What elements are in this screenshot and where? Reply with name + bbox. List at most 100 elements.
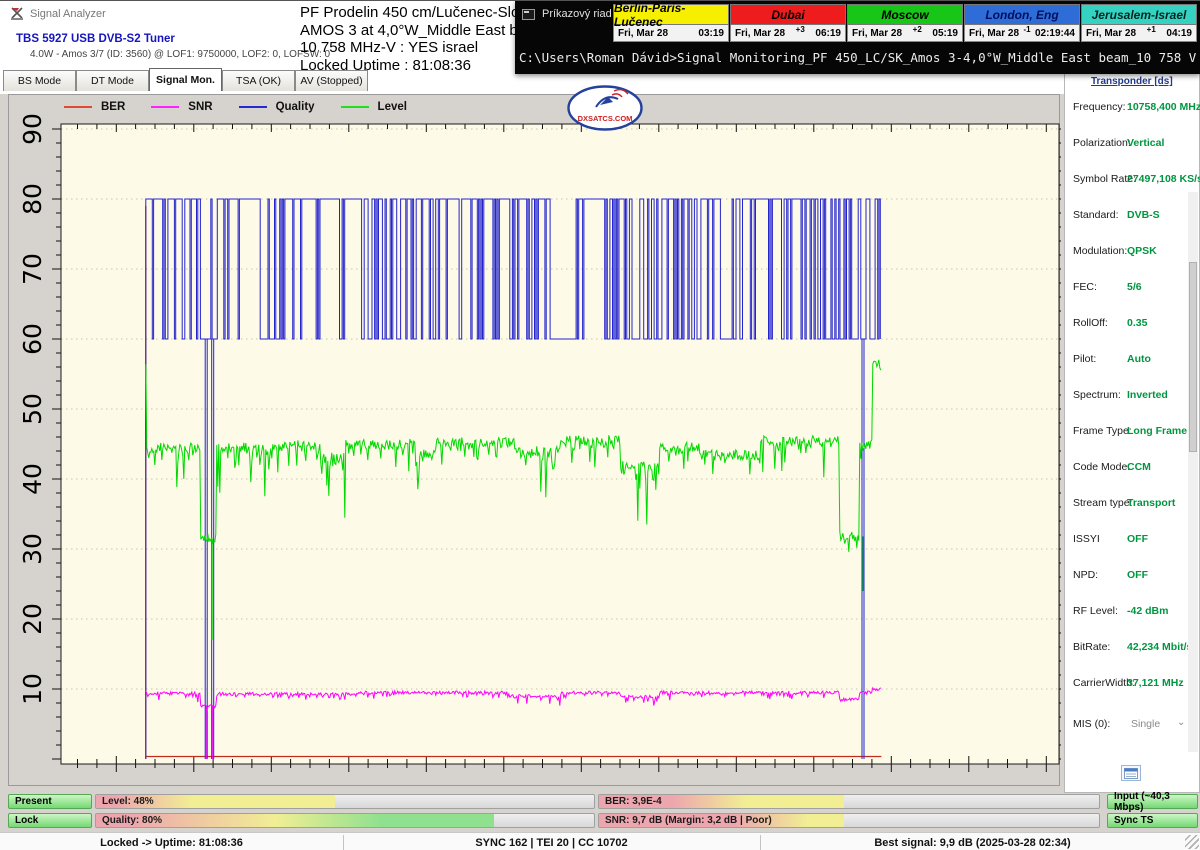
window-list-icon <box>1124 768 1138 779</box>
transponder-value: Auto <box>1127 353 1151 365</box>
transponder-value: 27497,108 KS/s <box>1127 173 1200 185</box>
transponder-label: Spectrum: <box>1073 389 1121 401</box>
mis-dropdown[interactable]: Single <box>1131 718 1160 730</box>
transponder-header: Transponder [ds] <box>1091 76 1173 87</box>
transponder-row: Frame Type:Long Frame <box>1073 425 1189 439</box>
clock-date: Fri, Mar 28 <box>852 28 902 39</box>
clock-utc-offset: -1 <box>1019 25 1035 34</box>
transponder-value: Inverted <box>1127 389 1168 401</box>
transponder-value: QPSK <box>1127 245 1157 257</box>
tuner-details: 4.0W - Amos 3/7 (ID: 3560) @ LOF1: 97500… <box>30 49 330 60</box>
clock-utc-offset: +1 <box>1136 25 1166 34</box>
meter-snr: SNR: 9,7 dB (Margin: 3,2 dB | Poor) <box>598 813 1100 828</box>
clock-date: Fri, Mar 28 <box>969 28 1019 39</box>
clock-city: Moscow <box>847 4 963 25</box>
transponder-label: RF Level: <box>1073 605 1118 617</box>
transponder-row: RollOff:0.35 <box>1073 317 1189 331</box>
transponder-row: RF Level: -42 dBm <box>1073 605 1189 619</box>
transponder-row: Code Mode:CCM <box>1073 461 1189 475</box>
satellite-line: AMOS 3 at 4,0°W_Middle East beam <box>300 22 515 40</box>
transponder-label: BitRate: <box>1073 641 1110 653</box>
clock-date: Fri, Mar 28 <box>1086 28 1136 39</box>
transponder-label: NPD: <box>1073 569 1098 581</box>
transponder-value: 42,234 Mbit/s <box>1127 641 1192 653</box>
transponder-value: 10758,400 MHz <box>1127 101 1200 113</box>
cmd-title-bar[interactable]: Príkazový riadok <box>522 8 623 20</box>
clock-utc-offset: +2 <box>902 25 932 34</box>
transponder-label: Standard: <box>1073 209 1119 221</box>
transponder-row: Frequency:10758,400 MHz <box>1073 101 1189 115</box>
resize-grip[interactable] <box>1185 835 1199 849</box>
tab-dt-mode[interactable]: DT Mode <box>76 70 149 91</box>
command-prompt-window: Príkazový riadok Berlin-Paris-LučenecFri… <box>515 1 1200 74</box>
transponder-label: Polarization: <box>1073 137 1131 149</box>
cmd-icon <box>522 9 535 20</box>
window-title: Signal Analyzer <box>10 7 106 21</box>
transponder-row: Stream type:Transport <box>1073 497 1189 511</box>
clock-utc-offset: +3 <box>785 25 815 34</box>
clock-hhmm: 03:19 <box>698 28 724 39</box>
mis-label: MIS (0): <box>1073 718 1110 730</box>
chevron-down-icon[interactable]: ⌄ <box>1177 717 1185 728</box>
transponder-value: 0.35 <box>1127 317 1147 329</box>
clock-hhmm: 02:19:44 <box>1035 28 1075 39</box>
panel-scrollbar[interactable] <box>1188 192 1198 752</box>
transponder-value: 5/6 <box>1127 281 1142 293</box>
transponder-value: Long Frame <box>1127 425 1187 437</box>
clock-date: Fri, Mar 28 <box>618 28 668 39</box>
status-badge-lock: Lock <box>8 813 92 828</box>
transponder-row: CarrierWidth:37,121 MHz <box>1073 677 1189 691</box>
transponder-row: ISSYI OFF <box>1073 533 1189 547</box>
clock-hhmm: 05:19 <box>932 28 958 39</box>
status-locked-uptime: Locked -> Uptime: 81:08:36 <box>0 833 343 850</box>
transponder-value: Vertical <box>1127 137 1164 149</box>
panel-scrollbar-thumb[interactable] <box>1189 262 1197 452</box>
clock-time: Fri, Mar 28-102:19:44 <box>964 25 1080 42</box>
signal-analyzer-window: Signal Analyzer TBS 5927 USB DVB-S2 Tune… <box>0 0 1200 850</box>
meter-label: SNR: 9,7 dB (Margin: 3,2 dB | Poor) <box>605 815 772 826</box>
tab-bs-mode[interactable]: BS Mode <box>3 70 76 91</box>
app-icon <box>10 7 24 21</box>
clock-cell: Berlin-Paris-LučenecFri, Mar 2803:19 <box>612 4 729 43</box>
svg-text:DXSATCS.COM: DXSATCS.COM <box>578 114 633 123</box>
tab-bar: BS ModeDT ModeSignal Mon.TSA (OK)AV (Sto… <box>3 68 368 91</box>
transponder-panel: Transponder [ds] Frequency:10758,400 MHz… <box>1064 71 1200 793</box>
transponder-label: Pilot: <box>1073 353 1096 365</box>
tab-signal-mon-[interactable]: Signal Mon. <box>149 68 222 91</box>
transponder-row: NPD: OFF <box>1073 569 1189 583</box>
clock-time: Fri, Mar 28+205:19 <box>847 25 963 42</box>
signal-chart: BERSNRQualityLevel 102030405060708090 <box>8 94 1060 786</box>
tab-tsa-ok-[interactable]: TSA (OK) <box>222 70 295 91</box>
transponder-value: OFF <box>1127 569 1148 581</box>
transponder-row: Standard: DVB-S <box>1073 209 1189 223</box>
transponder-label: Modulation: <box>1073 245 1127 257</box>
clock-time: Fri, Mar 28+306:19 <box>730 25 846 42</box>
plot-area <box>9 95 1061 787</box>
tab-av-stopped-[interactable]: AV (Stopped) <box>295 70 368 91</box>
transponder-label: ISSYI <box>1073 533 1100 545</box>
frequency-line: 10 758 MHz-V : YES israel <box>300 39 515 57</box>
meter-level: Level: 48% <box>95 794 595 809</box>
cmd-prompt-text: C:\Users\Roman Dávid>Signal Monitoring_P… <box>519 50 1200 65</box>
status-sync-counters: SYNC 162 | TEI 20 | CC 10702 <box>343 833 760 850</box>
status-badge-input-40-3-mbps-: Input (~40,3 Mbps) <box>1107 794 1198 809</box>
transponder-row: Polarization:Vertical <box>1073 137 1189 151</box>
transponder-value: DVB-S <box>1127 209 1160 221</box>
clock-time: Fri, Mar 28+104:19 <box>1081 25 1197 42</box>
clock-hhmm: 06:19 <box>815 28 841 39</box>
window-title-text: Signal Analyzer <box>30 8 106 20</box>
transponder-label: FEC: <box>1073 281 1097 293</box>
clock-cell: London, EngFri, Mar 28-102:19:44 <box>963 4 1080 43</box>
status-bar: Locked -> Uptime: 81:08:36 SYNC 162 | TE… <box>0 832 1200 850</box>
transponder-row: Spectrum: Inverted <box>1073 389 1189 403</box>
transponder-value: -42 dBm <box>1127 605 1168 617</box>
transport-window-button[interactable] <box>1121 765 1141 781</box>
transponder-row: Symbol Rate:27497,108 KS/s <box>1073 173 1189 187</box>
transponder-value: CCM <box>1127 461 1151 473</box>
clock-cell: Jerusalem-IsraelFri, Mar 28+104:19 <box>1080 4 1197 43</box>
antenna-line: PF Prodelin 450 cm/Lučenec-Slovakia <box>300 4 515 22</box>
meter-quality: Quality: 80% <box>95 813 595 828</box>
transponder-value: OFF <box>1127 533 1148 545</box>
meter-label: Quality: 80% <box>102 815 162 826</box>
transponder-label: Frame Type: <box>1073 425 1132 437</box>
